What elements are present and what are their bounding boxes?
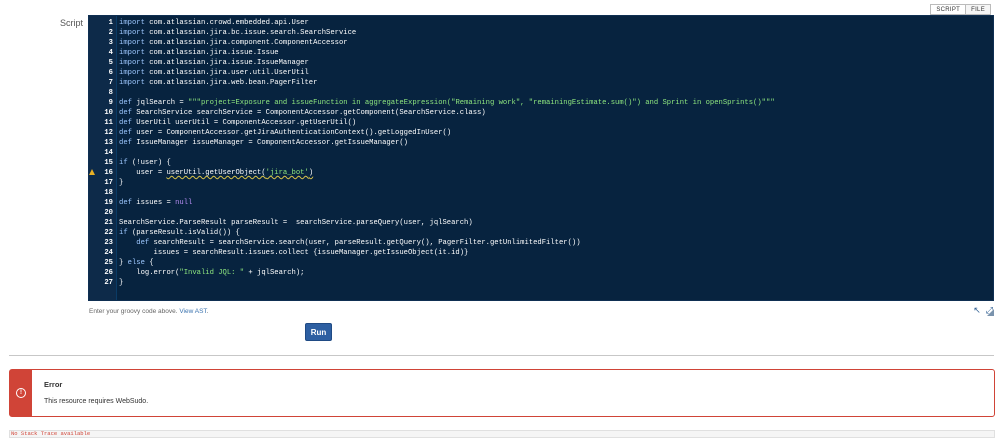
code-text: def searchResult = searchService.search(… bbox=[136, 239, 581, 247]
code-line[interactable]: 18 bbox=[89, 188, 993, 198]
code-text: import com.atlassian.crowd.embedded.api.… bbox=[119, 19, 309, 27]
code-line[interactable]: 22 if (parseResult.isValid()) { bbox=[89, 228, 993, 238]
file-mode-button[interactable]: FILE bbox=[966, 4, 991, 15]
code-line[interactable]: 4 import com.atlassian.jira.issue.Issue bbox=[89, 48, 993, 58]
code-text: import com.atlassian.jira.issue.Issue bbox=[119, 49, 279, 57]
code-line[interactable]: 17} bbox=[89, 178, 993, 188]
line-number: 14 bbox=[104, 149, 113, 157]
code-text: def UserUtil userUtil = ComponentAccesso… bbox=[119, 119, 357, 127]
code-text: SearchService.ParseResult parseResult = … bbox=[119, 219, 473, 227]
line-number: 25 bbox=[104, 259, 113, 267]
code-text: user = userUtil.getUserObject('jira_bot'… bbox=[119, 169, 314, 177]
editor-corner-icons: ↖ ⤢ bbox=[973, 305, 993, 316]
code-line[interactable]: 19 def issues = null bbox=[89, 198, 993, 208]
line-number: 12 bbox=[104, 129, 113, 137]
fullscreen-icon[interactable]: ⤢ bbox=[986, 305, 993, 316]
hint-suffix: . bbox=[206, 308, 209, 315]
arrow-up-left-icon[interactable]: ↖ bbox=[973, 305, 981, 316]
code-line[interactable]: 15 if (!user) { bbox=[89, 158, 993, 168]
code-text: } bbox=[119, 279, 124, 287]
line-number: 10 bbox=[104, 109, 113, 117]
view-ast-link[interactable]: View AST bbox=[179, 308, 206, 315]
line-number: 18 bbox=[104, 189, 113, 197]
code-line[interactable]: 21 SearchService.ParseResult parseResult … bbox=[89, 218, 993, 228]
code-text: def jqlSearch = """project=Exposure and … bbox=[119, 99, 775, 107]
code-text: if (parseResult.isValid()) { bbox=[119, 229, 240, 237]
script-label: Script bbox=[60, 18, 84, 28]
error-stripe: ! bbox=[10, 370, 32, 416]
code-text: if (!user) { bbox=[119, 159, 171, 167]
line-number: 17 bbox=[104, 179, 113, 187]
line-number: 27 bbox=[104, 279, 113, 287]
line-number: 23 bbox=[104, 239, 113, 247]
code-line[interactable]: 16 user = userUtil.getUserObject('jira_b… bbox=[89, 168, 993, 178]
line-number: 20 bbox=[104, 209, 113, 217]
code-line[interactable]: 5 import com.atlassian.jira.issue.IssueMa… bbox=[89, 58, 993, 68]
code-line[interactable]: 8 bbox=[89, 88, 993, 98]
code-line[interactable]: 2 import com.atlassian.jira.bc.issue.sear… bbox=[89, 28, 993, 38]
line-number: 4 bbox=[108, 49, 113, 57]
code-line[interactable]: 27} bbox=[89, 278, 993, 288]
code-line[interactable]: 10 def SearchService searchService = Comp… bbox=[89, 108, 993, 118]
line-number: 26 bbox=[104, 269, 113, 277]
line-number: 19 bbox=[104, 199, 113, 207]
code-text: import com.atlassian.jira.issue.IssueMan… bbox=[119, 59, 309, 67]
line-number: 3 bbox=[108, 39, 113, 47]
code-text: import com.atlassian.jira.bc.issue.searc… bbox=[119, 29, 357, 37]
warning-icon[interactable] bbox=[89, 169, 95, 175]
code-line[interactable]: 25 } else { bbox=[89, 258, 993, 268]
code-line[interactable]: 7 import com.atlassian.jira.web.bean.Page… bbox=[89, 78, 993, 88]
editor-hint: Enter your groovy code above. View AST. bbox=[89, 308, 209, 315]
code-text: log.error("Invalid JQL: " + jqlSearch); bbox=[119, 269, 305, 277]
line-number: 21 bbox=[104, 219, 113, 227]
code-text: def SearchService searchService = Compon… bbox=[119, 109, 486, 117]
code-line[interactable]: 1 import com.atlassian.crowd.embedded.api… bbox=[89, 18, 993, 28]
line-number: 15 bbox=[104, 159, 113, 167]
run-button[interactable]: Run bbox=[305, 323, 332, 341]
code-text: } bbox=[119, 179, 124, 187]
code-line[interactable]: 20 bbox=[89, 208, 993, 218]
error-panel: ! Error This resource requires WebSudo. bbox=[9, 369, 995, 417]
code-line[interactable]: 6 import com.atlassian.jira.user.util.Use… bbox=[89, 68, 993, 78]
line-number: 22 bbox=[104, 229, 113, 237]
code-text: } else { bbox=[119, 259, 154, 267]
code-text: issues = searchResult.issues.collect {is… bbox=[119, 249, 469, 257]
line-number: 24 bbox=[104, 249, 113, 257]
code-line[interactable]: 13 def IssueManager issueManager = Compon… bbox=[89, 138, 993, 148]
code-editor[interactable]: 1 import com.atlassian.crowd.embedded.api… bbox=[88, 15, 994, 316]
hint-text: Enter your groovy code above. bbox=[89, 308, 180, 315]
line-number: 8 bbox=[108, 89, 113, 97]
line-number: 16 bbox=[104, 169, 113, 177]
code-line[interactable]: 14 bbox=[89, 148, 993, 158]
code-line[interactable]: 24 issues = searchResult.issues.collect … bbox=[89, 248, 993, 258]
line-number: 11 bbox=[104, 119, 113, 127]
code-line[interactable]: 3 import com.atlassian.jira.component.Com… bbox=[89, 38, 993, 48]
code-text: import com.atlassian.jira.component.Comp… bbox=[119, 39, 348, 47]
code-line[interactable]: 12 def user = ComponentAccessor.getJiraAu… bbox=[89, 128, 993, 138]
code-line[interactable]: 23 def searchResult = searchService.sear… bbox=[89, 238, 993, 248]
separator bbox=[9, 355, 994, 356]
error-title: Error bbox=[44, 380, 63, 389]
line-number: 5 bbox=[108, 59, 113, 67]
line-number: 6 bbox=[108, 69, 113, 77]
stack-trace: No Stack Trace available bbox=[9, 430, 995, 438]
code-text: def issues = null bbox=[119, 199, 193, 207]
line-number: 7 bbox=[108, 79, 113, 87]
editor-mode-toggle: SCRIPT FILE bbox=[930, 4, 991, 15]
code-text: def IssueManager issueManager = Componen… bbox=[119, 139, 408, 147]
code-line[interactable]: 26 log.error("Invalid JQL: " + jqlSearch… bbox=[89, 268, 993, 278]
code-line[interactable]: 11 def UserUtil userUtil = ComponentAcces… bbox=[89, 118, 993, 128]
line-number: 13 bbox=[104, 139, 113, 147]
line-number: 9 bbox=[108, 99, 113, 107]
code-text: import com.atlassian.jira.web.bean.Pager… bbox=[119, 79, 318, 87]
code-text: import com.atlassian.jira.user.util.User… bbox=[119, 69, 309, 77]
script-mode-button[interactable]: SCRIPT bbox=[930, 4, 967, 15]
code-line[interactable]: 9 def jqlSearch = """project=Exposure and… bbox=[89, 98, 993, 108]
error-message: This resource requires WebSudo. bbox=[44, 398, 149, 405]
line-number: 2 bbox=[108, 29, 113, 37]
line-number: 1 bbox=[108, 19, 113, 27]
code-text: def user = ComponentAccessor.getJiraAuth… bbox=[119, 129, 452, 137]
error-icon: ! bbox=[16, 388, 26, 398]
